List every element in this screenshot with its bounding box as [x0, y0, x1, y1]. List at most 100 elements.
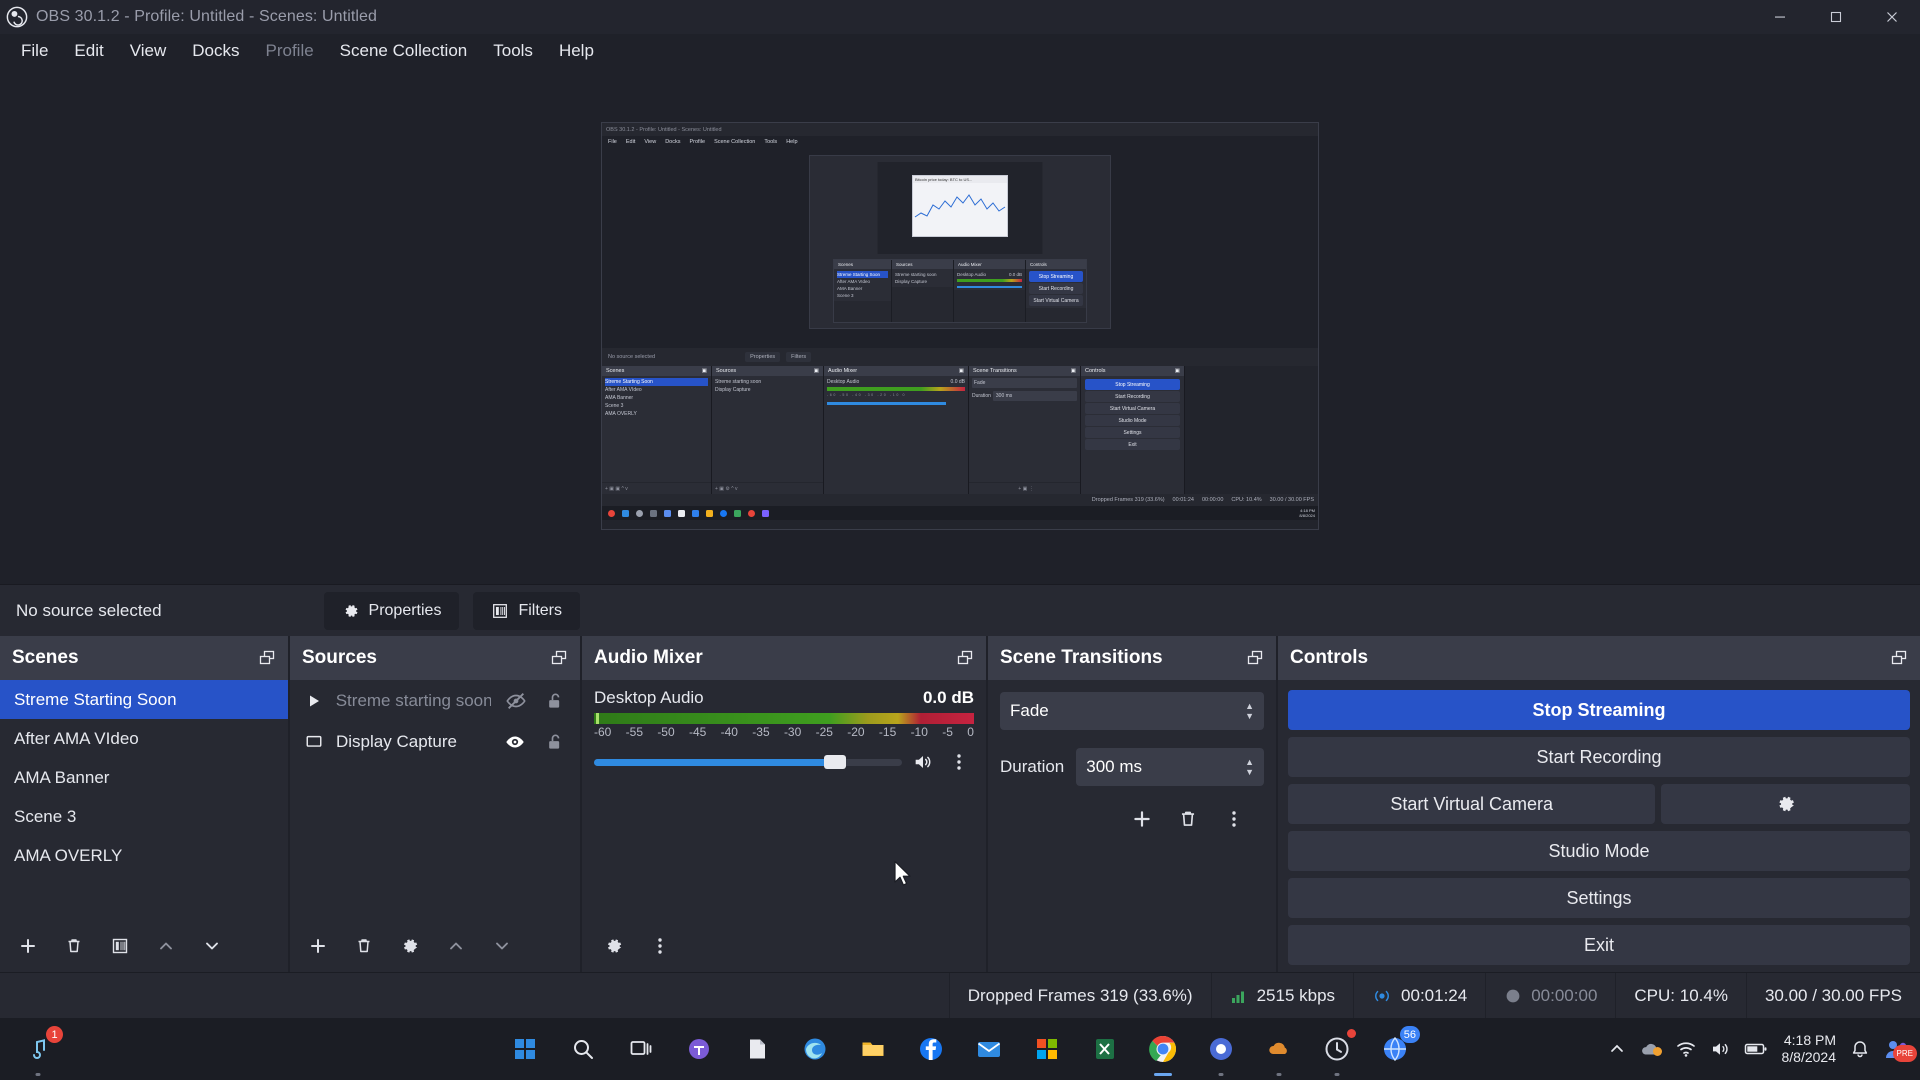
sources-toolbar — [290, 920, 580, 972]
mixer-channel-menu-button[interactable] — [944, 752, 974, 772]
speaker-icon[interactable] — [910, 751, 936, 773]
add-source-button[interactable] — [298, 927, 338, 965]
nested-obs-screen-capture: OBS 30.1.2 - Profile: Untitled - Scenes:… — [602, 123, 1318, 529]
scene-item-streme-starting-soon[interactable]: Streme Starting Soon — [0, 680, 288, 719]
preview-area[interactable]: OBS 30.1.2 - Profile: Untitled - Scenes:… — [0, 68, 1920, 584]
popout-icon[interactable] — [1246, 649, 1264, 667]
move-source-down-button[interactable] — [482, 927, 522, 965]
move-scene-up-button[interactable] — [146, 927, 186, 965]
volume-slider[interactable] — [594, 754, 902, 770]
taskbar-app-notepad-icon[interactable] — [737, 1029, 777, 1069]
source-lock-toggle-unlocked[interactable] — [540, 732, 570, 752]
taskbar-app-chrome-icon[interactable] — [1143, 1029, 1183, 1069]
scenes-list[interactable]: Streme Starting Soon After AMA VIdeo AMA… — [0, 680, 288, 920]
advanced-audio-properties-button[interactable] — [594, 927, 634, 965]
people-presence-icon[interactable]: PRE — [1884, 1038, 1917, 1062]
sources-list[interactable]: Streme starting soon Display Capture — [290, 680, 580, 920]
move-scene-down-button[interactable] — [192, 927, 232, 965]
taskbar-app-obs-icon[interactable] — [1201, 1029, 1241, 1069]
taskbar-task-view-button[interactable] — [621, 1029, 661, 1069]
maximize-button[interactable] — [1808, 0, 1864, 34]
transition-select[interactable]: Fade ▲ ▼ — [1000, 692, 1264, 730]
taskbar-app-mail-icon[interactable] — [969, 1029, 1009, 1069]
taskbar-app-browser-app-icon[interactable]: 56 — [1375, 1026, 1420, 1069]
status-record-time: 00:00:00 — [1485, 973, 1615, 1018]
exit-button[interactable]: Exit — [1288, 925, 1910, 965]
remove-transition-button[interactable] — [1168, 800, 1208, 838]
nested-status-rec: 00:00:00 — [1201, 497, 1224, 503]
taskbar-start-button[interactable] — [505, 1029, 545, 1069]
taskbar-app-edge-icon[interactable] — [795, 1029, 835, 1069]
volume-icon[interactable] — [1710, 1040, 1730, 1058]
transition-properties-button[interactable] — [1214, 800, 1254, 838]
popout-icon[interactable] — [258, 649, 276, 667]
duration-spinbox[interactable]: 300 ms ▲ ▼ — [1076, 748, 1264, 786]
taskbar-app-excel-icon[interactable] — [1085, 1029, 1125, 1069]
remove-scene-button[interactable] — [54, 927, 94, 965]
menu-edit[interactable]: Edit — [61, 36, 116, 66]
nested-ctrl-2: Start Virtual Camera — [1029, 295, 1083, 306]
nested-ctrl-0: Stop Streaming — [1029, 271, 1083, 282]
scene-filters-button[interactable] — [100, 927, 140, 965]
sources-dock: Sources Streme starting soon Display Cap… — [290, 636, 582, 972]
menu-tools[interactable]: Tools — [480, 36, 546, 66]
windows-start-icon — [515, 1039, 535, 1059]
taskbar-app-teams-icon[interactable] — [679, 1029, 719, 1069]
bell-icon[interactable] — [1850, 1039, 1870, 1059]
taskbar-clock[interactable]: 4:18 PM 8/8/2024 — [1782, 1032, 1837, 1066]
status-bar: Dropped Frames 319 (33.6%) 2515 kbps 00:… — [0, 972, 1920, 1018]
battery-icon[interactable] — [1744, 1041, 1768, 1057]
stop-streaming-button[interactable]: Stop Streaming — [1288, 690, 1910, 730]
menu-file[interactable]: File — [8, 36, 61, 66]
onedrive-icon[interactable] — [1640, 1040, 1662, 1058]
menu-help[interactable]: Help — [546, 36, 607, 66]
volume-slider-handle[interactable] — [824, 755, 847, 769]
scene-item-ama-banner[interactable]: AMA Banner — [0, 758, 288, 797]
source-item-streme-starting-soon[interactable]: Streme starting soon — [290, 680, 580, 721]
menu-scene-collection[interactable]: Scene Collection — [327, 36, 481, 66]
source-visibility-toggle-visible[interactable] — [500, 731, 530, 753]
meter-tick-1: -55 — [625, 725, 643, 739]
mixer-menu-button[interactable] — [640, 927, 680, 965]
source-lock-toggle-unlocked[interactable] — [540, 691, 570, 711]
taskbar-app-clock-app-icon[interactable] — [1317, 1029, 1357, 1069]
close-button[interactable] — [1864, 0, 1920, 34]
taskbar-app-cloud-app-icon[interactable] — [1259, 1029, 1299, 1069]
remove-source-button[interactable] — [344, 927, 384, 965]
scene-item-ama-overly[interactable]: AMA OVERLY — [0, 836, 288, 875]
filters-button[interactable]: Filters — [473, 591, 581, 630]
add-scene-button[interactable] — [8, 927, 48, 965]
studio-mode-button[interactable]: Studio Mode — [1288, 831, 1910, 871]
settings-button[interactable]: Settings — [1288, 878, 1910, 918]
wifi-icon[interactable] — [1676, 1040, 1696, 1058]
preview-canvas[interactable]: OBS 30.1.2 - Profile: Untitled - Scenes:… — [601, 122, 1319, 530]
menu-view[interactable]: View — [117, 36, 180, 66]
source-item-display-capture[interactable]: Display Capture — [290, 721, 580, 762]
source-properties-button[interactable] — [390, 927, 430, 965]
move-source-up-button[interactable] — [436, 927, 476, 965]
taskbar-app-facebook-icon[interactable] — [911, 1029, 951, 1069]
taskbar-search-button[interactable] — [563, 1029, 603, 1069]
start-virtual-camera-button[interactable]: Start Virtual Camera — [1288, 784, 1656, 824]
transitions-body: Fade ▲ ▼ Duration 300 ms ▲ ▼ — [988, 680, 1276, 972]
properties-button[interactable]: Properties — [323, 591, 460, 630]
taskbar-app-file-explorer-icon[interactable] — [853, 1029, 893, 1069]
menu-profile[interactable]: Profile — [252, 36, 326, 66]
nested-scene-1: After AMA VIdeo — [837, 279, 871, 284]
taskbar-app-music-app-icon[interactable]: 1 — [18, 1026, 63, 1069]
scene-item-scene-3[interactable]: Scene 3 — [0, 797, 288, 836]
chevron-up-icon[interactable] — [1608, 1040, 1626, 1058]
popout-icon[interactable] — [1890, 649, 1908, 667]
add-transition-button[interactable] — [1122, 800, 1162, 838]
minimize-button[interactable] — [1752, 0, 1808, 34]
source-visibility-toggle-hidden[interactable] — [501, 690, 531, 712]
record-time-text: 00:00:00 — [1531, 985, 1598, 1005]
popout-icon[interactable] — [956, 649, 974, 667]
spin-arrows-icon[interactable]: ▲ ▼ — [1245, 757, 1254, 777]
popout-icon[interactable] — [550, 649, 568, 667]
virtual-camera-settings-button[interactable] — [1661, 784, 1911, 824]
start-recording-button[interactable]: Start Recording — [1288, 737, 1910, 777]
scene-item-after-ama-video[interactable]: After AMA VIdeo — [0, 719, 288, 758]
taskbar-app-store-icon[interactable] — [1027, 1029, 1067, 1069]
menu-docks[interactable]: Docks — [179, 36, 252, 66]
